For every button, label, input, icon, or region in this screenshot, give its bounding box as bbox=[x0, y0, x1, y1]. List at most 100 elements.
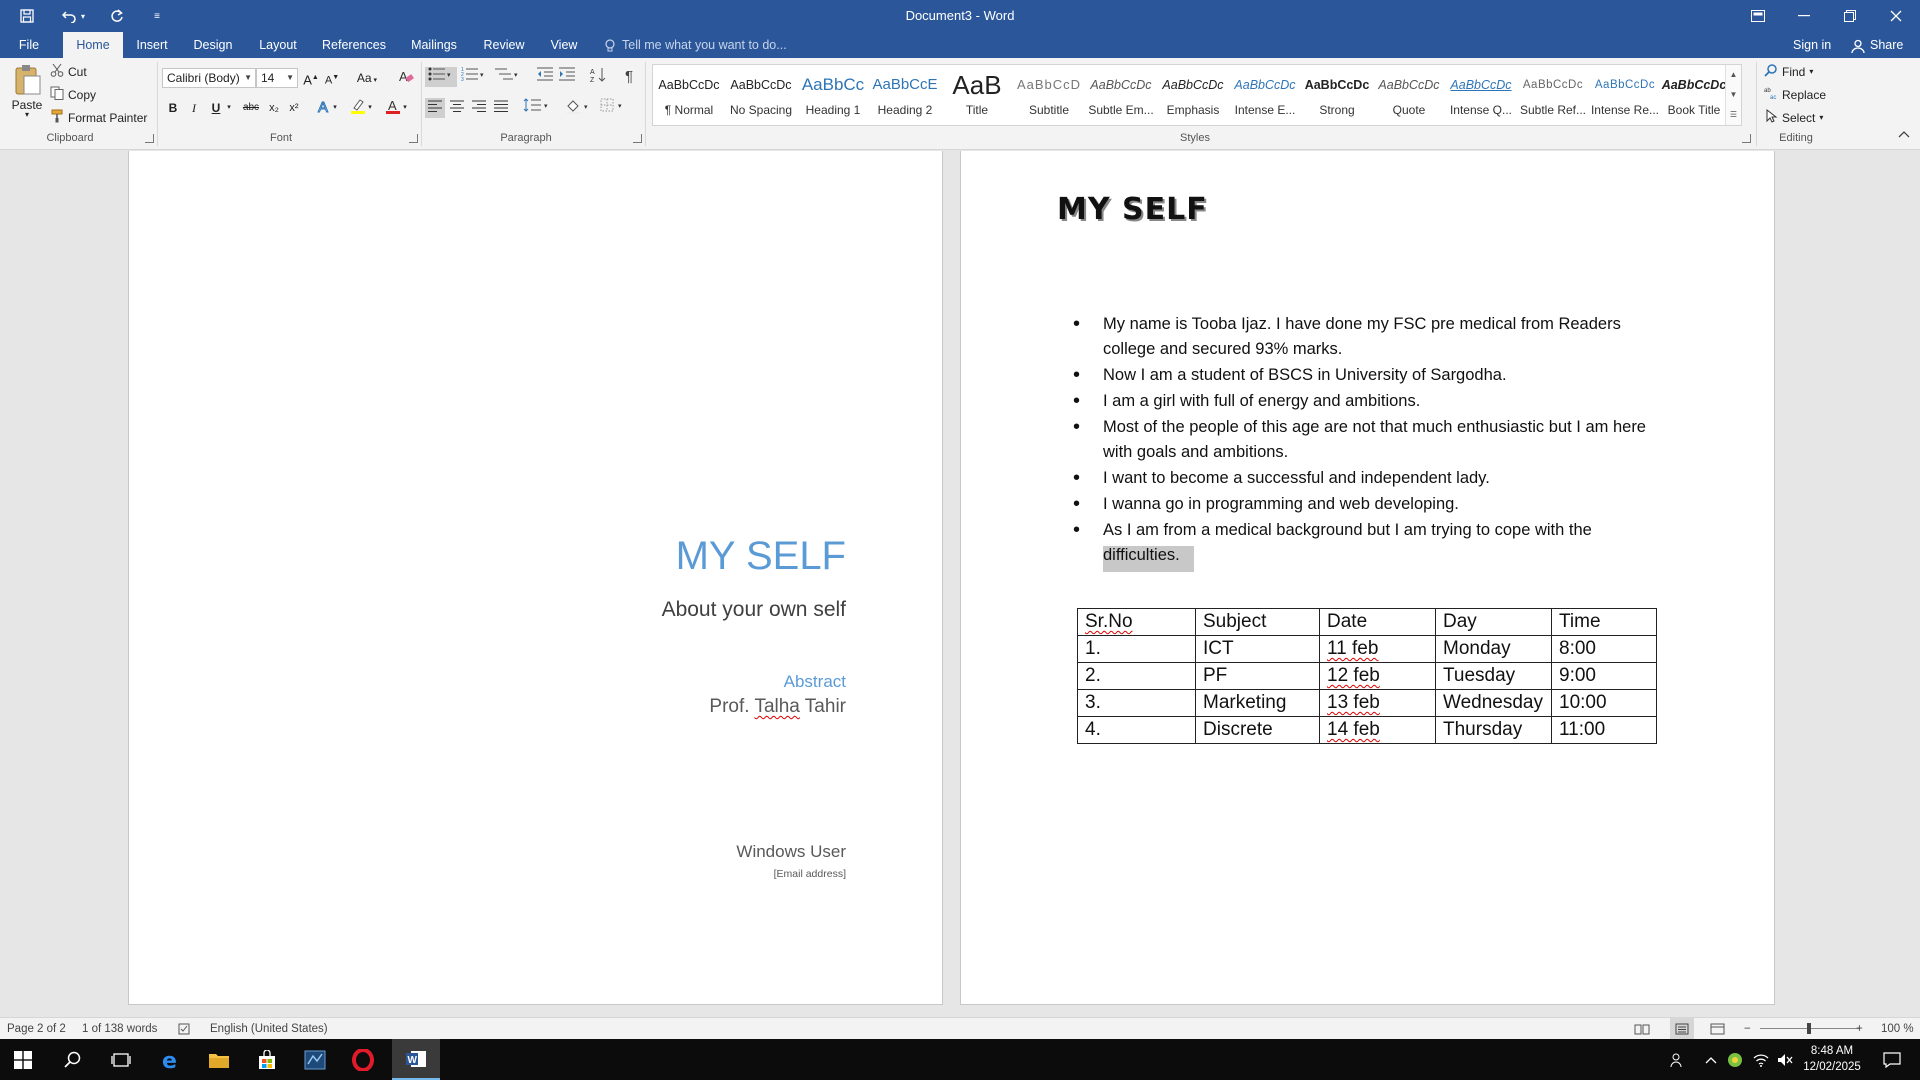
content-page[interactable]: MY SELF My name is Tooba Ijaz. I have do… bbox=[960, 151, 1775, 1005]
tab-mailings[interactable]: Mailings bbox=[404, 32, 464, 58]
style-intense-reference[interactable]: AaBbCcDc Intense Re... bbox=[1589, 65, 1661, 125]
print-layout-icon[interactable] bbox=[1670, 1018, 1694, 1040]
align-right-icon[interactable] bbox=[469, 98, 489, 118]
page-count[interactable]: Page 2 of 2 bbox=[7, 1018, 66, 1040]
scroll-down-icon[interactable]: ▼ bbox=[1726, 85, 1741, 105]
tab-references[interactable]: References bbox=[318, 32, 390, 58]
table-cell[interactable]: 10:00 bbox=[1551, 689, 1657, 717]
sign-in-link[interactable]: Sign in bbox=[1793, 32, 1831, 58]
list-item[interactable]: I am a girl with full of energy and ambi… bbox=[1057, 389, 1657, 414]
paragraph-launcher-icon[interactable] bbox=[633, 134, 642, 143]
italic-button[interactable]: I bbox=[184, 98, 204, 118]
tray-app-icon[interactable] bbox=[1724, 1039, 1746, 1080]
schedule-table[interactable]: Sr.No Subject Date Day Time 1. ICT 11 fe… bbox=[1077, 608, 1657, 744]
table-cell[interactable]: Marketing bbox=[1195, 689, 1320, 717]
table-cell[interactable]: 14 feb bbox=[1319, 716, 1436, 744]
clear-formatting-icon[interactable]: A bbox=[396, 68, 416, 88]
zoom-in-button[interactable]: + bbox=[1856, 1018, 1863, 1040]
cover-author[interactable]: Windows User bbox=[736, 842, 846, 862]
web-layout-icon[interactable] bbox=[1710, 1018, 1730, 1040]
tab-view[interactable]: View bbox=[544, 32, 584, 58]
sort-icon[interactable]: AZ bbox=[588, 67, 608, 87]
style-intense-emphasis[interactable]: AaBbCcDc Intense E... bbox=[1229, 65, 1301, 125]
font-size-combo[interactable]: 14 ▼ bbox=[256, 68, 298, 88]
zoom-slider[interactable] bbox=[1760, 1018, 1860, 1040]
copy-button[interactable]: Copy bbox=[50, 86, 96, 103]
tell-me-search[interactable]: Tell me what you want to do... bbox=[622, 32, 822, 58]
subscript-button[interactable]: x₂ bbox=[264, 98, 284, 118]
file-explorer-icon[interactable] bbox=[196, 1039, 242, 1080]
bullet-list[interactable]: My name is Tooba Ijaz. I have done my FS… bbox=[1057, 312, 1657, 572]
justify-icon[interactable] bbox=[491, 98, 511, 118]
numbering-button[interactable]: 1 2 3 ▾ bbox=[460, 67, 488, 87]
line-spacing-icon[interactable]: ▾ bbox=[522, 98, 552, 118]
replace-button[interactable]: ab ac Replace bbox=[1764, 86, 1826, 103]
table-cell[interactable]: 12 feb bbox=[1319, 662, 1436, 690]
list-item[interactable]: Most of the people of this age are not t… bbox=[1057, 415, 1657, 465]
windows-start-icon[interactable] bbox=[0, 1039, 46, 1080]
cover-email[interactable]: [Email address] bbox=[774, 868, 846, 880]
align-center-icon[interactable] bbox=[447, 98, 467, 118]
word-count[interactable]: 1 of 138 words bbox=[82, 1018, 157, 1040]
style-title[interactable]: AaB Title bbox=[941, 65, 1013, 125]
font-name-combo[interactable]: Calibri (Body) ▼ bbox=[162, 68, 256, 88]
table-cell[interactable]: PF bbox=[1195, 662, 1320, 690]
change-case-button[interactable]: Aa ▾ bbox=[352, 68, 382, 88]
list-item[interactable]: I want to become a successful and indepe… bbox=[1057, 466, 1657, 491]
style-quote[interactable]: AaBbCcDc Quote bbox=[1373, 65, 1445, 125]
increase-indent-icon[interactable] bbox=[557, 67, 577, 87]
table-cell[interactable]: 8:00 bbox=[1551, 635, 1657, 663]
restore-icon[interactable] bbox=[1827, 0, 1873, 32]
wifi-icon[interactable] bbox=[1750, 1039, 1772, 1080]
table-header-cell[interactable]: Sr.No bbox=[1077, 608, 1196, 636]
table-cell[interactable]: 1. bbox=[1077, 635, 1196, 663]
style-emphasis[interactable]: AaBbCcDc Emphasis bbox=[1157, 65, 1229, 125]
selected-text[interactable]: difficulties. bbox=[1103, 546, 1194, 572]
table-cell[interactable]: 11 feb bbox=[1319, 635, 1436, 663]
store-icon[interactable] bbox=[244, 1039, 290, 1080]
shrink-font-icon[interactable]: A▼ bbox=[322, 68, 342, 88]
table-cell[interactable]: 2. bbox=[1077, 662, 1196, 690]
language[interactable]: English (United States) bbox=[210, 1018, 328, 1040]
table-cell[interactable]: 11:00 bbox=[1551, 716, 1657, 744]
list-item[interactable]: My name is Tooba Ijaz. I have done my FS… bbox=[1057, 312, 1657, 362]
cover-abstract[interactable]: Abstract bbox=[784, 672, 846, 692]
bullets-button[interactable]: ▾ bbox=[425, 67, 457, 87]
strikethrough-button[interactable]: abc bbox=[240, 98, 262, 118]
table-cell[interactable]: Monday bbox=[1435, 635, 1552, 663]
zoom-thumb[interactable] bbox=[1807, 1023, 1811, 1034]
text-effects-dropdown-icon[interactable]: ▾ bbox=[330, 98, 340, 118]
style-heading-2[interactable]: AaBbCcE Heading 2 bbox=[869, 65, 941, 125]
zoom-out-button[interactable]: − bbox=[1744, 1018, 1751, 1040]
style-intense-quote[interactable]: AaBbCcDc Intense Q... bbox=[1445, 65, 1517, 125]
page-heading[interactable]: MY SELF bbox=[1057, 192, 1208, 227]
decrease-indent-icon[interactable] bbox=[535, 67, 555, 87]
clipboard-launcher-icon[interactable] bbox=[145, 134, 154, 143]
minimize-icon[interactable] bbox=[1781, 0, 1827, 32]
style-book-title[interactable]: AaBbCcDc Book Title bbox=[1661, 65, 1727, 125]
ribbon-display-options-icon[interactable] bbox=[1735, 0, 1781, 32]
style-subtle-reference[interactable]: AaBbCcDc Subtle Ref... bbox=[1517, 65, 1589, 125]
table-cell[interactable]: ICT bbox=[1195, 635, 1320, 663]
tab-layout[interactable]: Layout bbox=[252, 32, 304, 58]
table-header-cell[interactable]: Day bbox=[1435, 608, 1552, 636]
search-icon[interactable] bbox=[50, 1039, 96, 1080]
style-normal[interactable]: AaBbCcDc ¶ Normal bbox=[653, 65, 725, 125]
select-button[interactable]: Select ▾ bbox=[1764, 108, 1823, 126]
list-item[interactable]: I wanna go in programming and web develo… bbox=[1057, 492, 1657, 517]
format-painter-button[interactable]: Format Painter bbox=[50, 109, 147, 126]
tab-file[interactable]: File bbox=[8, 32, 50, 58]
list-item[interactable]: Now I am a student of BSCS in University… bbox=[1057, 363, 1657, 388]
close-icon[interactable] bbox=[1873, 0, 1919, 32]
highlight-dropdown-icon[interactable]: ▾ bbox=[365, 98, 375, 118]
proofing-icon[interactable] bbox=[178, 1018, 194, 1040]
table-cell[interactable]: Wednesday bbox=[1435, 689, 1552, 717]
cover-title[interactable]: MY SELF bbox=[676, 534, 846, 579]
table-cell[interactable]: Tuesday bbox=[1435, 662, 1552, 690]
paste-button[interactable]: Paste ▾ bbox=[10, 64, 44, 128]
opera-browser-icon[interactable] bbox=[340, 1039, 386, 1080]
table-cell[interactable]: 13 feb bbox=[1319, 689, 1436, 717]
style-subtitle[interactable]: AaBbCcD Subtitle bbox=[1013, 65, 1085, 125]
underline-dropdown-icon[interactable]: ▾ bbox=[224, 98, 234, 118]
table-header-cell[interactable]: Subject bbox=[1195, 608, 1320, 636]
